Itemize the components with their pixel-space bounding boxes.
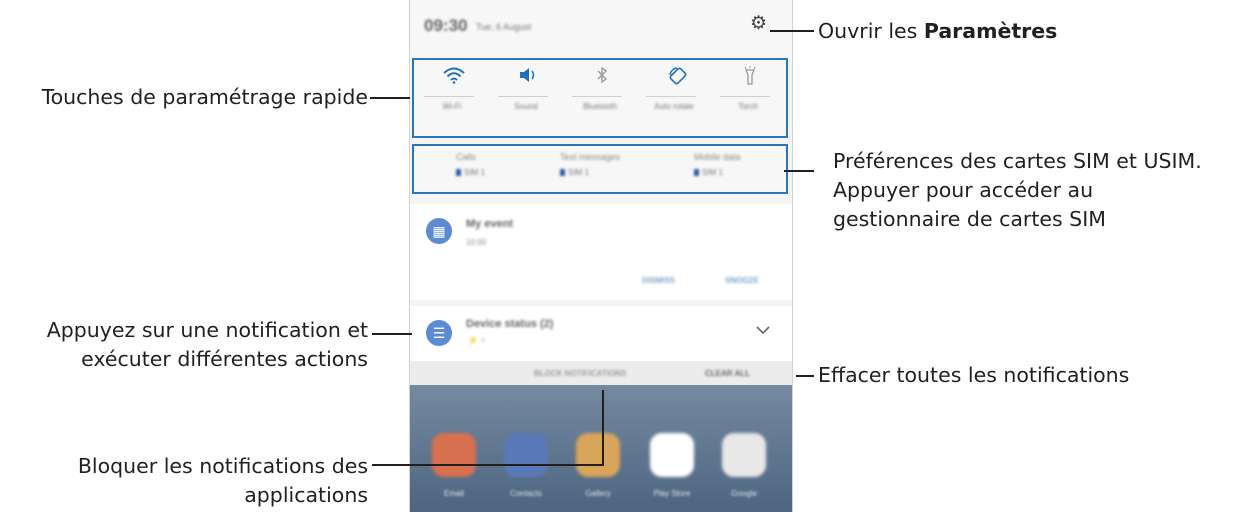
sim-pref-value: SIM 1 bbox=[694, 168, 723, 177]
device-status-notification[interactable]: ☰ Device status (2) ⚡ ♆ bbox=[410, 306, 792, 361]
sim-pref-value: SIM 1 bbox=[560, 168, 589, 177]
sim-pref-title: Calls bbox=[456, 152, 477, 162]
quick-settings-separator bbox=[498, 96, 548, 97]
annotation-notification-line2: exécuter différentes actions bbox=[81, 347, 368, 371]
home-app-label: Contacts bbox=[510, 489, 542, 498]
leader-line-notification bbox=[372, 333, 412, 335]
annotation-block-line2: applications bbox=[244, 483, 368, 507]
event-title: My event bbox=[466, 218, 514, 230]
sim-card-icon bbox=[560, 169, 565, 176]
quick-settings-panel: Wi-Fi Sound Bluetooth Auto rotate Torch bbox=[412, 58, 788, 138]
status-date: Tue, 6 August bbox=[476, 22, 532, 32]
contacts-app-icon[interactable] bbox=[504, 433, 548, 477]
sim-pref-value-text: SIM 1 bbox=[464, 168, 485, 177]
annotation-open-settings: Ouvrir les Paramètres bbox=[818, 17, 1057, 46]
annotation-notification-actions: Appuyez sur une notification et exécuter… bbox=[6, 316, 368, 374]
device-status-sub: ⚡ ♆ bbox=[468, 336, 487, 345]
clear-all-button[interactable]: CLEAR ALL bbox=[705, 369, 750, 378]
home-app-label: Email bbox=[443, 489, 464, 498]
sound-icon[interactable] bbox=[509, 66, 549, 89]
leader-line-block bbox=[372, 464, 604, 466]
quick-settings-separator bbox=[424, 96, 474, 97]
sim-card-icon bbox=[694, 169, 699, 176]
event-time: 10:00 bbox=[466, 238, 487, 247]
quick-settings-separator bbox=[646, 96, 696, 97]
annotation-sim-line3: gestionnaire de cartes SIM bbox=[833, 207, 1106, 231]
annotation-settings-prefix: Ouvrir les bbox=[818, 19, 924, 43]
quick-setting-label: Torch bbox=[738, 102, 758, 111]
email-app-icon[interactable] bbox=[432, 433, 476, 477]
quick-setting-label: Bluetooth bbox=[583, 102, 617, 111]
home-app-label: Play Store bbox=[653, 489, 691, 498]
annotation-sim-preferences: Préférences des cartes SIM et USIM. Appu… bbox=[833, 147, 1202, 234]
snooze-button[interactable]: SNOOZE bbox=[725, 276, 759, 285]
home-app-label: Google bbox=[731, 489, 757, 498]
status-bar: 09:30 Tue, 6 August ⚙ bbox=[410, 0, 792, 60]
leader-line-block-vertical bbox=[602, 390, 604, 465]
home-app-label: Gallery bbox=[585, 489, 611, 498]
calendar-icon: ▦ bbox=[426, 218, 452, 244]
quick-settings-separator bbox=[572, 96, 622, 97]
annotation-settings-bold: Paramètres bbox=[923, 19, 1058, 43]
google-folder-icon[interactable] bbox=[722, 433, 766, 477]
annotation-sim-line2: Appuyer pour accéder au bbox=[833, 178, 1094, 202]
annotation-sim-line1: Préférences des cartes SIM et USIM. bbox=[833, 149, 1202, 173]
leader-line-settings bbox=[770, 30, 814, 32]
block-notifications-button[interactable]: BLOCK NOTIFICATIONS bbox=[534, 369, 626, 378]
sim-pref-value: SIM 1 bbox=[456, 168, 485, 177]
auto-rotate-icon[interactable] bbox=[658, 66, 698, 91]
annotation-quick-settings: Touches de paramétrage rapide bbox=[41, 85, 368, 109]
leader-line-quick-settings bbox=[370, 97, 410, 99]
home-screen: Email Contacts Gallery Play Store Google bbox=[410, 385, 792, 512]
sim-pref-value-text: SIM 1 bbox=[568, 168, 589, 177]
chevron-down-icon[interactable] bbox=[756, 322, 770, 340]
gear-icon[interactable]: ⚙ bbox=[750, 14, 767, 34]
leader-line-clear-all bbox=[796, 375, 814, 377]
dismiss-button[interactable]: DISMISS bbox=[642, 276, 675, 285]
event-notification[interactable]: ▦ My event 10:00 DISMISS SNOOZE bbox=[410, 204, 792, 300]
annotation-block-line1: Bloquer les notifications des bbox=[77, 454, 368, 478]
play-store-app-icon[interactable] bbox=[650, 433, 694, 477]
phone-screen: 09:30 Tue, 6 August ⚙ Wi-Fi Sound Blueto… bbox=[409, 0, 793, 512]
annotation-block-notifications: Bloquer les notifications des applicatio… bbox=[6, 452, 368, 510]
list-icon: ☰ bbox=[426, 320, 452, 346]
sim-pref-title: Text messages bbox=[560, 152, 621, 162]
sim-pref-title: Mobile data bbox=[694, 152, 741, 162]
device-status-title: Device status (2) bbox=[466, 318, 554, 330]
gallery-app-icon[interactable] bbox=[576, 433, 620, 477]
quick-setting-label: Auto rotate bbox=[654, 102, 694, 111]
sim-pref-value-text: SIM 1 bbox=[702, 168, 723, 177]
quick-settings-separator bbox=[720, 96, 770, 97]
torch-icon[interactable] bbox=[730, 66, 770, 91]
quick-setting-label: Sound bbox=[514, 102, 538, 111]
bluetooth-icon[interactable] bbox=[582, 66, 622, 89]
sim-preferences-panel[interactable]: Calls SIM 1 Text messages SIM 1 Mobile d… bbox=[412, 144, 788, 194]
leader-line-sim bbox=[784, 170, 814, 172]
sim-card-icon bbox=[456, 169, 461, 176]
notification-actions-bar: BLOCK NOTIFICATIONS CLEAR ALL bbox=[410, 361, 792, 389]
annotation-clear-all: Effacer toutes les notifications bbox=[818, 363, 1130, 387]
annotation-notification-line1: Appuyez sur une notification et bbox=[46, 318, 368, 342]
quick-setting-label: Wi-Fi bbox=[442, 102, 462, 111]
status-time: 09:30 bbox=[424, 16, 468, 35]
wifi-icon[interactable] bbox=[434, 66, 474, 89]
